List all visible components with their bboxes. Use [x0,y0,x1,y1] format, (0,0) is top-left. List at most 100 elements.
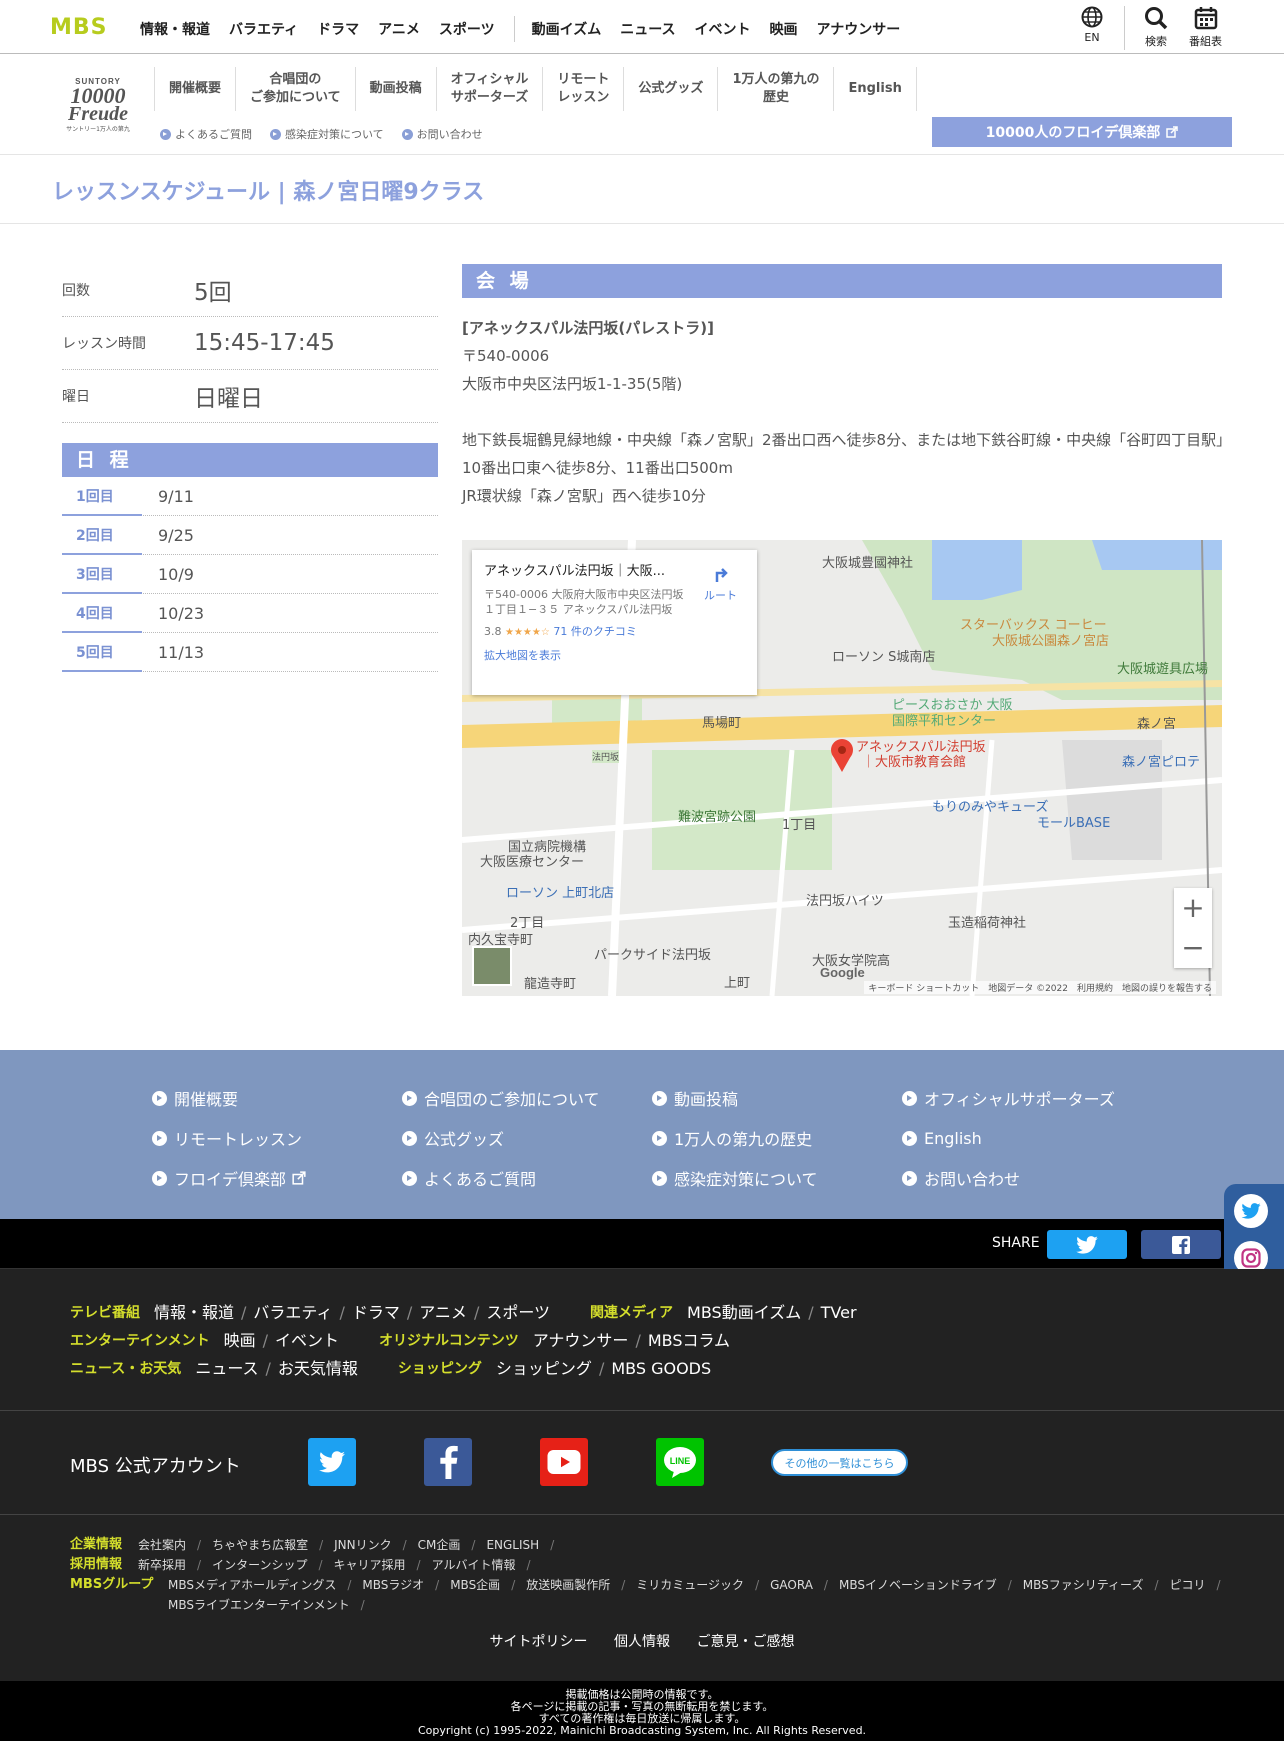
footer-link[interactable]: ドラマ [352,1299,400,1327]
freude-club-button[interactable]: 10000人のフロイデ倶楽部 [932,117,1232,147]
footer-link[interactable]: お天気情報 [278,1355,358,1383]
mbs-logo[interactable]: MBS [50,15,108,40]
footer-nav-item[interactable]: 合唱団のご参加について [402,1086,652,1110]
footer-link[interactable]: スポーツ [486,1299,550,1327]
footer-link[interactable]: アニメ [419,1299,467,1327]
footer-nav-item[interactable]: よくあるご質問 [402,1166,652,1190]
site-nav-item[interactable]: 公式グッズ [623,67,717,111]
freude-logo[interactable]: SUNTORY 10000 Freude サントリー1万人の第九 [52,77,144,133]
mbs-line-link[interactable]: LINE [656,1438,704,1486]
footer-nav-item[interactable]: 開催概要 [152,1086,402,1110]
corp-link[interactable]: JNNリンク [334,1535,392,1555]
corp-link[interactable]: MBS企画 [450,1575,500,1595]
reviews-link[interactable]: 71 件のクチコミ [553,625,637,638]
contact-link[interactable]: お問い合わせ [401,126,483,142]
zoom-in-button[interactable]: + [1174,888,1212,928]
footer-link[interactable]: MBS動画イズム [687,1299,801,1327]
corp-link[interactable]: アルバイト情報 [432,1555,516,1575]
schedule-row: 1回目 9/11 [62,477,438,516]
corp-link[interactable]: MBSラジオ [362,1575,424,1595]
facebook-icon [1172,1236,1190,1254]
site-nav-item[interactable]: 1万人の第九の 歴史 [717,67,833,111]
global-nav-item[interactable]: 映画 [770,19,798,39]
footer-link[interactable]: ショッピング [496,1355,592,1383]
global-nav-item[interactable]: 情報・報道 [140,19,210,39]
satellite-toggle[interactable] [472,946,512,986]
other-accounts-button[interactable]: その他の一覧はこちら [771,1449,908,1476]
footer-link[interactable]: MBS GOODS [611,1355,711,1383]
corp-link[interactable]: ENGLISH [486,1535,539,1555]
route-button[interactable]: ルート [704,564,737,603]
footer-nav-item[interactable]: オフィシャルサポーターズ [902,1086,1152,1110]
global-nav-item[interactable]: ドラマ [317,19,359,39]
site-nav-item[interactable]: 合唱団の ご参加について [235,67,355,111]
corp-link[interactable]: ちゃやまち広報室 [212,1535,308,1555]
global-nav-item[interactable]: バラエティ [229,19,298,39]
footer-nav-item[interactable]: フロイデ倶楽部 [152,1166,402,1190]
site-nav-item[interactable]: オフィシャル サポーターズ [435,67,543,111]
corp-link[interactable]: MBSファシリティーズ [1023,1575,1144,1595]
footer-link[interactable]: MBSコラム [648,1327,730,1355]
footer-nav-item[interactable]: English [902,1126,1152,1150]
external-link-icon [1166,126,1179,138]
site-policy-link[interactable]: サイトポリシー [490,1634,588,1650]
footer-link[interactable]: ニュース [195,1355,258,1383]
footer-nav-item[interactable]: 公式グッズ [402,1126,652,1150]
global-nav-item[interactable]: スポーツ [439,19,495,39]
share-facebook-button[interactable] [1141,1230,1221,1259]
footer-nav-item[interactable]: 動画投稿 [652,1086,902,1110]
feedback-link[interactable]: ご意見・ご感想 [696,1634,794,1650]
footer-link[interactable]: イベント [275,1327,339,1355]
footer-nav-item[interactable]: リモートレッスン [152,1126,402,1150]
global-nav-item[interactable]: アニメ [378,19,420,39]
mbs-facebook-link[interactable] [424,1438,472,1486]
corp-link[interactable]: 新卒採用 [138,1555,186,1575]
footer-link[interactable]: バラエティ [253,1299,332,1327]
footer-nav-item[interactable]: お問い合わせ [902,1166,1152,1190]
global-nav-item[interactable]: イベント [695,19,751,39]
site-nav-item[interactable]: 動画投稿 [354,67,436,111]
footer-link[interactable]: アナウンサー [533,1327,629,1355]
twitter-icon [1241,1203,1261,1219]
share-twitter-button[interactable] [1047,1230,1127,1259]
footer-link[interactable]: 情報・報道 [154,1299,234,1327]
search-button[interactable]: 検索 [1144,6,1168,49]
infection-link[interactable]: 感染症対策について [270,126,384,142]
faq-link[interactable]: よくあるご質問 [160,126,252,142]
zoom-out-button[interactable]: − [1174,928,1212,968]
corp-link[interactable]: ピコリ [1170,1575,1206,1595]
global-nav-item[interactable]: ニュース [620,19,675,39]
site-nav-item[interactable]: 開催概要 [154,67,235,111]
corp-link[interactable]: インターンシップ [212,1555,307,1575]
site-nav-item[interactable]: リモート レッスン [542,67,623,111]
footer-link[interactable]: TVer [821,1299,857,1327]
side-twitter-button[interactable] [1234,1194,1268,1228]
global-nav-item[interactable]: 動画イズム [532,19,602,39]
program-guide-button[interactable]: 番組表 [1189,6,1222,49]
privacy-link[interactable]: 個人情報 [614,1634,670,1650]
venue-address: 大阪市中央区法円坂1-1-35(5階) [462,375,683,393]
corp-link[interactable]: MBSライブエンターテインメント [168,1595,350,1615]
global-nav-item[interactable]: アナウンサー [817,19,901,39]
map-label: 1丁目 [782,818,817,833]
mbs-twitter-link[interactable] [308,1438,356,1486]
corp-link[interactable]: ミリカミュージック [636,1575,744,1595]
corp-link[interactable]: MBSメディアホールディングス [168,1575,336,1595]
corp-link[interactable]: キャリア採用 [334,1555,406,1575]
corp-link[interactable]: 会社案内 [138,1535,186,1555]
google-map[interactable]: アネックスパル法円坂｜大阪... 〒540-0006 大阪府大阪市中央区法円坂１… [462,540,1222,996]
corp-link[interactable]: GAORA [770,1575,813,1595]
footer-nav-item[interactable]: 1万人の第九の歴史 [652,1126,902,1150]
corp-link[interactable]: CM企画 [418,1535,461,1555]
site-nav-item[interactable]: English [833,67,917,111]
venue-access-jr: JR環状線「森ノ宮駅」西へ徒歩10分 [462,487,706,505]
language-button[interactable]: EN [1081,6,1103,44]
corp-link[interactable]: MBSイノベーションドライブ [839,1575,997,1595]
corp-link[interactable]: 放送映画製作所 [526,1575,610,1595]
mbs-youtube-link[interactable] [540,1438,588,1486]
logo-caption: サントリー1万人の第九 [66,126,130,133]
footer-link[interactable]: 映画 [224,1327,256,1355]
enlarge-map-link[interactable]: 拡大地図を表示 [484,647,745,663]
footer-nav-item[interactable]: 感染症対策について [652,1166,902,1190]
header-divider [1124,6,1125,50]
